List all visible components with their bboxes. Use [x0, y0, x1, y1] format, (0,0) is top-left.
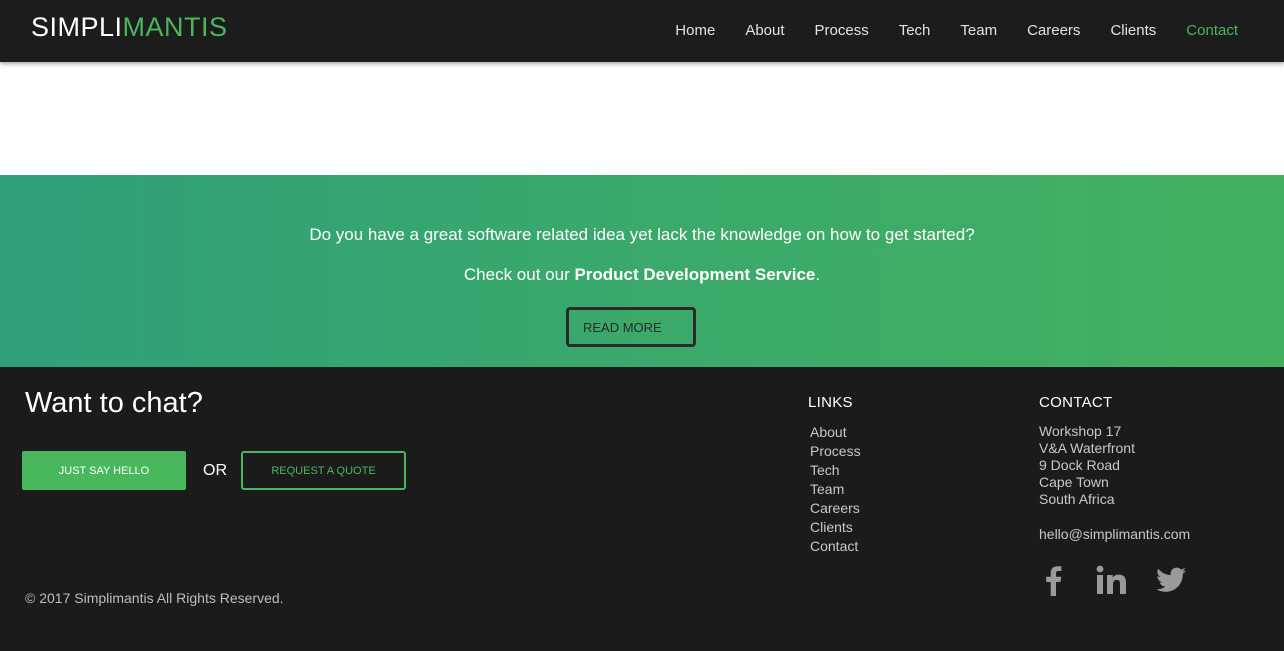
banner-cta-prefix: Check out our [463, 265, 575, 284]
links-heading: LINKS [808, 394, 853, 411]
address-block: Workshop 17 V&A Waterfront 9 Dock Road C… [1039, 423, 1214, 508]
address-line: 9 Dock Road [1039, 457, 1120, 473]
twitter-icon[interactable] [1155, 566, 1187, 594]
footer-link-process[interactable]: Process [810, 443, 861, 459]
just-say-hello-button[interactable]: JUST SAY HELLO [22, 451, 186, 490]
nav-team[interactable]: Team [960, 0, 997, 62]
nav-about[interactable]: About [745, 0, 784, 62]
content-area [0, 62, 1284, 175]
footer-link-tech[interactable]: Tech [810, 462, 840, 478]
site-header: SIMPLIMANTIS Home About Process Tech Tea… [0, 0, 1284, 62]
read-more-button[interactable]: READ MORE [566, 307, 696, 347]
contact-email-link[interactable]: hello@simplimantis.com [1039, 526, 1214, 542]
request-quote-button[interactable]: REQUEST A QUOTE [241, 451, 406, 490]
list-item: Clients [810, 518, 861, 537]
footer-link-contact[interactable]: Contact [810, 538, 858, 554]
nav-clients[interactable]: Clients [1110, 0, 1156, 62]
copyright-text: © 2017 Simplimantis All Rights Reserved. [25, 590, 284, 606]
address-line: Cape Town [1039, 474, 1109, 490]
list-item: Process [810, 442, 861, 461]
nav-careers[interactable]: Careers [1027, 0, 1080, 62]
logo-text-part2: MANTIS [122, 12, 228, 42]
list-item: Careers [810, 499, 861, 518]
product-dev-banner: Do you have a great software related ide… [0, 175, 1284, 367]
linkedin-icon[interactable] [1096, 564, 1128, 596]
product-development-service-link[interactable]: Product Development Service [574, 265, 815, 284]
site-footer: Want to chat? JUST SAY HELLO OR REQUEST … [0, 367, 1284, 651]
nav-home[interactable]: Home [675, 0, 715, 62]
footer-links-column: LINKS About Process Tech Team Careers Cl… [808, 394, 861, 556]
footer-link-about[interactable]: About [810, 424, 847, 440]
footer-links-list: About Process Tech Team Careers Clients … [808, 423, 861, 556]
list-item: Tech [810, 461, 861, 480]
list-item: About [810, 423, 861, 442]
address-line: V&A Waterfront [1039, 440, 1135, 456]
banner-cta-text: Check out our Product Development Servic… [0, 265, 1284, 285]
banner-question: Do you have a great software related ide… [309, 225, 975, 244]
footer-link-team[interactable]: Team [810, 481, 844, 497]
list-item: Team [810, 480, 861, 499]
social-links [1039, 564, 1214, 596]
or-separator: OR [203, 462, 227, 479]
main-nav: Home About Process Tech Team Careers Cli… [645, 0, 1238, 62]
footer-contact-column: CONTACT Workshop 17 V&A Waterfront 9 Doc… [1039, 394, 1214, 596]
facebook-icon[interactable] [1039, 564, 1069, 596]
logo-text-part1: SIMPLI [31, 12, 123, 42]
chat-heading: Want to chat? [25, 387, 203, 419]
nav-tech[interactable]: Tech [899, 0, 931, 62]
site-logo[interactable]: SIMPLIMANTIS [31, 12, 228, 42]
address-line: South Africa [1039, 491, 1115, 507]
address-line: Workshop 17 [1039, 423, 1122, 439]
banner-cta-suffix: . [815, 265, 821, 284]
footer-link-careers[interactable]: Careers [810, 500, 860, 516]
list-item: Contact [810, 537, 861, 556]
nav-process[interactable]: Process [815, 0, 869, 62]
contact-heading: CONTACT [1039, 394, 1113, 411]
nav-contact[interactable]: Contact [1186, 0, 1238, 62]
footer-link-clients[interactable]: Clients [810, 519, 853, 535]
